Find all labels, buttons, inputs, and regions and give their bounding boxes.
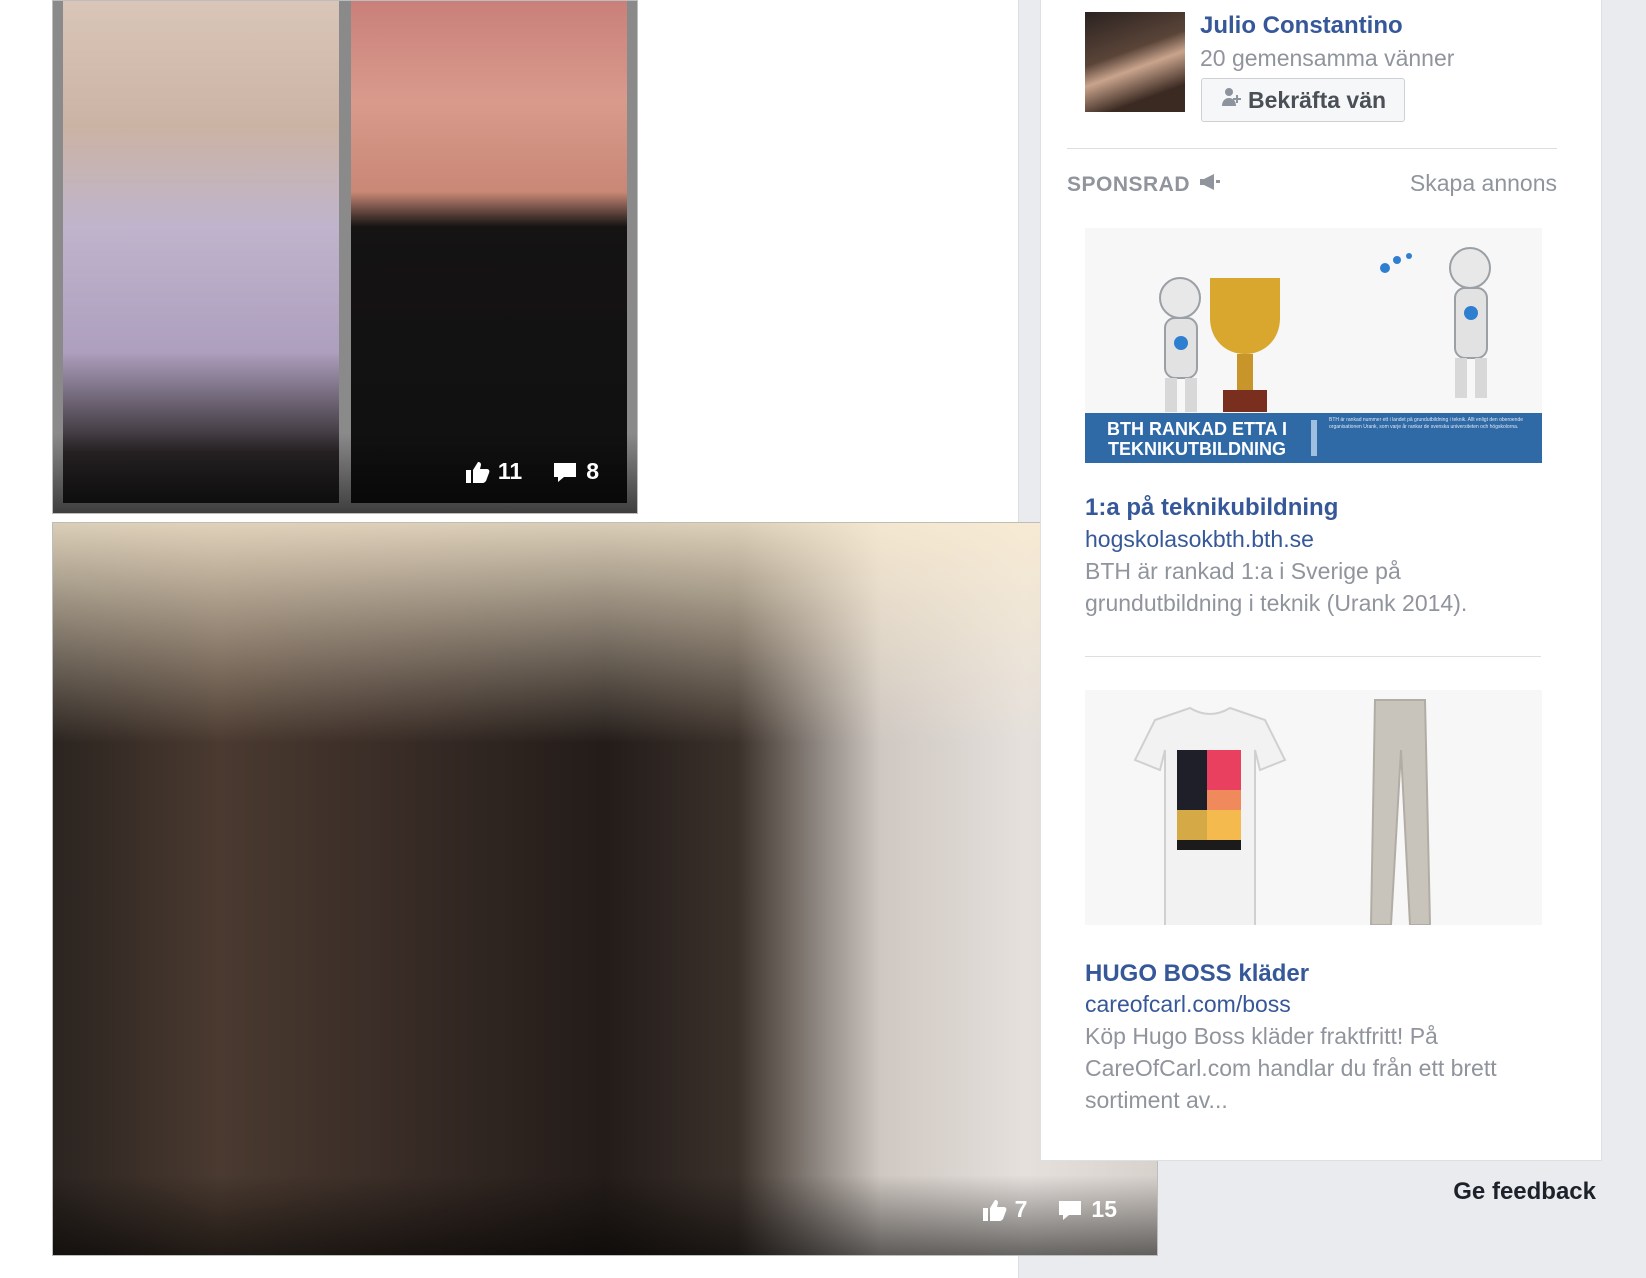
- ad-title-bth[interactable]: 1:a på teknikubildning: [1085, 494, 1338, 522]
- ad-description-hugo-boss[interactable]: Köp Hugo Boss kläder fraktfritt! På Care…: [1085, 1020, 1555, 1116]
- comment-icon[interactable]: [1057, 1198, 1083, 1222]
- section-divider: [1067, 148, 1557, 149]
- ad-domain-bth[interactable]: hogskolasokbth.bth.se: [1085, 526, 1314, 553]
- photo-left-portrait[interactable]: [63, 1, 339, 503]
- ad-title-hugo-boss[interactable]: HUGO BOSS kläder: [1085, 960, 1309, 988]
- friend-name-link[interactable]: Julio Constantino: [1200, 12, 1403, 40]
- add-friend-icon: [1220, 86, 1242, 114]
- photo-stats: 7 15: [981, 1196, 1117, 1223]
- ad-description-bth[interactable]: BTH är rankad 1:a i Sverige på grundutbi…: [1085, 555, 1555, 619]
- right-sidebar: Julio Constantino 20 gemensamma vänner B…: [1040, 0, 1602, 1161]
- comment-icon[interactable]: [552, 460, 578, 484]
- clothing-illustration: [1085, 690, 1542, 925]
- like-count: 7: [1014, 1196, 1028, 1222]
- photo-bright-top: [53, 523, 1157, 743]
- ad-domain-hugo-boss[interactable]: careofcarl.com/boss: [1085, 991, 1291, 1018]
- robot-trophy-illustration: BTH RANKAD ETTA I TEKNIKUTBILDNING BTH ä…: [1085, 228, 1542, 463]
- like-icon[interactable]: [464, 460, 490, 484]
- like-icon[interactable]: [981, 1198, 1007, 1222]
- confirm-friend-button[interactable]: Bekräfta vän: [1201, 78, 1406, 122]
- comment-count: 15: [1091, 1196, 1117, 1222]
- sponsored-header: SPONSRAD: [1067, 172, 1222, 198]
- confirm-friend-label: Bekräfta vän: [1248, 86, 1387, 113]
- ad-image-hugo-boss[interactable]: [1085, 690, 1542, 925]
- create-ad-link[interactable]: Skapa annons: [1410, 170, 1557, 197]
- ad-divider: [1085, 656, 1541, 657]
- like-count: 11: [497, 458, 523, 484]
- ad-banner-line1: BTH RANKAD ETTA I: [1107, 419, 1287, 439]
- ad-image-bth[interactable]: BTH RANKAD ETTA I TEKNIKUTBILDNING BTH ä…: [1085, 228, 1542, 463]
- photo-collage-top[interactable]: 11 8: [52, 0, 638, 514]
- friend-avatar[interactable]: [1085, 12, 1185, 112]
- mutual-friends-count[interactable]: 20 gemensamma vänner: [1200, 45, 1454, 72]
- photo-right-portrait[interactable]: [351, 1, 627, 503]
- photo-stats: 11 8: [464, 458, 599, 485]
- sponsored-label: SPONSRAD: [1067, 173, 1191, 196]
- megaphone-icon: [1198, 172, 1222, 198]
- ad-banner-fineprint: BTH är rankad nummer ett i landet på gru…: [1329, 417, 1524, 430]
- photo-group-selfie[interactable]: 7 15: [52, 522, 1158, 1256]
- ad-banner-line2: TEKNIKUTBILDNING: [1108, 439, 1286, 459]
- comment-count: 8: [586, 458, 599, 484]
- give-feedback-link[interactable]: Ge feedback: [1453, 1178, 1596, 1206]
